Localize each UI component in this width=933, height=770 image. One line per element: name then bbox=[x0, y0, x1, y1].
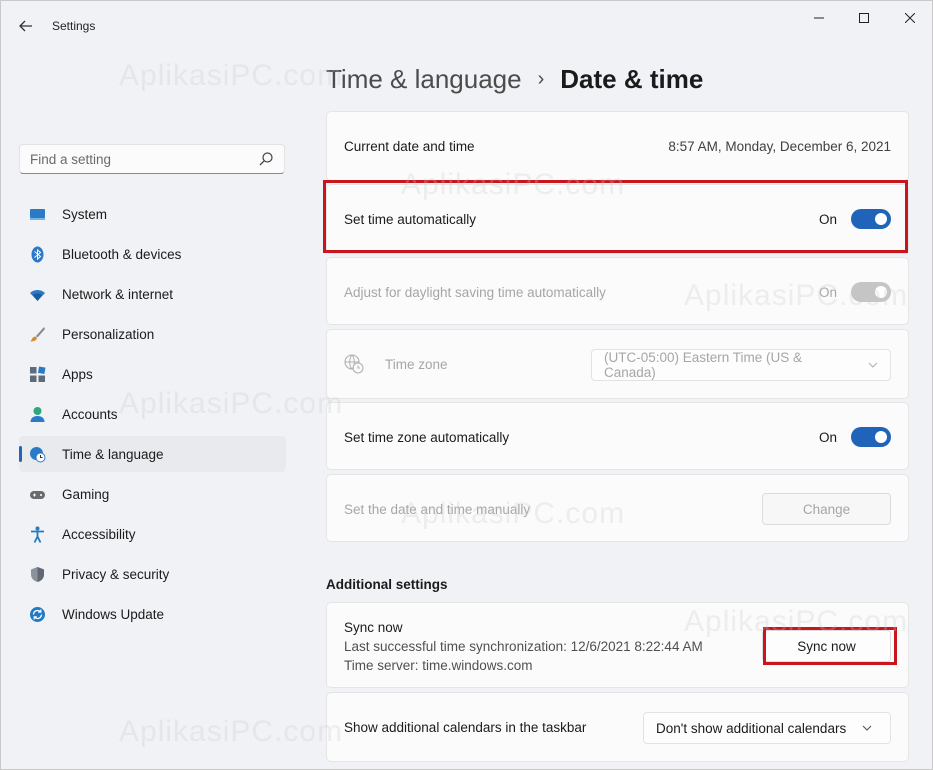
bluetooth-icon bbox=[31, 246, 44, 263]
current-datetime-card: Current date and time 8:57 AM, Monday, D… bbox=[326, 111, 909, 181]
breadcrumb-parent[interactable]: Time & language bbox=[326, 64, 522, 95]
calendars-card: Show additional calendars in the taskbar… bbox=[326, 692, 909, 762]
chevron-down-icon bbox=[862, 725, 872, 731]
set-time-auto-label: Set time automatically bbox=[344, 212, 477, 227]
sidebar-item-label: Windows Update bbox=[62, 606, 165, 622]
last-sync-text: Last successful time synchronization: 12… bbox=[344, 639, 703, 654]
globe-clock-icon bbox=[30, 447, 46, 463]
app-title: Settings bbox=[52, 19, 96, 33]
dst-label: Adjust for daylight saving time automati… bbox=[344, 285, 606, 300]
watermark: AplikasiPC.com bbox=[119, 59, 344, 92]
gamepad-icon bbox=[30, 491, 45, 499]
additional-settings-title: Additional settings bbox=[326, 577, 448, 592]
settings-window: Settings System Bl bbox=[0, 0, 933, 770]
sidebar-item-label: System bbox=[62, 206, 108, 222]
change-button[interactable]: Change bbox=[762, 493, 891, 525]
auto-timezone-toggle[interactable] bbox=[851, 427, 891, 447]
wifi-icon bbox=[30, 290, 45, 301]
timezone-label: Time zone bbox=[385, 357, 448, 372]
sidebar-item-label: Network & internet bbox=[62, 286, 174, 302]
timezone-card: Time zone (UTC-05:00) Eastern Time (US &… bbox=[326, 329, 909, 399]
time-server-text: Time server: time.windows.com bbox=[344, 658, 533, 673]
title-bar: Settings bbox=[1, 1, 932, 51]
calendars-dropdown[interactable]: Don't show additional calendars bbox=[643, 712, 891, 744]
auto-timezone-label: Set time zone automatically bbox=[344, 430, 510, 445]
close-button[interactable] bbox=[887, 1, 933, 35]
sidebar-item-personalization[interactable]: Personalization bbox=[19, 316, 286, 352]
person-icon bbox=[30, 407, 45, 422]
auto-timezone-control: On bbox=[819, 427, 891, 447]
manual-time-label: Set the date and time manually bbox=[344, 502, 531, 517]
monitor-icon bbox=[30, 209, 45, 220]
minimize-button[interactable] bbox=[796, 1, 842, 35]
current-datetime-value: 8:57 AM, Monday, December 6, 2021 bbox=[668, 139, 891, 154]
set-time-auto-state: On bbox=[818, 211, 837, 227]
sidebar-item-label: Apps bbox=[62, 366, 93, 382]
back-button[interactable] bbox=[9, 9, 43, 43]
timezone-dropdown[interactable]: (UTC-05:00) Eastern Time (US & Canada) bbox=[591, 349, 891, 381]
manual-time-card: Set the date and time manually Change bbox=[326, 474, 909, 542]
sidebar-item-accessibility[interactable]: Accessibility bbox=[19, 516, 286, 552]
calendars-label: Show additional calendars in the taskbar bbox=[344, 720, 587, 735]
search-icon[interactable] bbox=[258, 151, 274, 167]
auto-timezone-state: On bbox=[818, 429, 837, 445]
sidebar-item-privacy[interactable]: Privacy & security bbox=[19, 556, 286, 592]
breadcrumb: Time & language › Date & time bbox=[326, 59, 703, 99]
sidebar-item-label: Gaming bbox=[62, 486, 110, 502]
page-title: Date & time bbox=[560, 63, 704, 94]
sidebar-item-system[interactable]: System bbox=[19, 196, 286, 232]
sidebar-item-bluetooth[interactable]: Bluetooth & devices bbox=[19, 236, 286, 272]
apps-icon bbox=[30, 366, 46, 382]
minimize-icon bbox=[814, 17, 824, 19]
sidebar-item-gaming[interactable]: Gaming bbox=[19, 476, 286, 512]
dst-state: On bbox=[818, 284, 837, 300]
breadcrumb-chevron-icon: › bbox=[537, 67, 545, 90]
set-time-auto-toggle[interactable] bbox=[851, 209, 891, 229]
sync-now-title: Sync now bbox=[344, 620, 403, 635]
dst-toggle[interactable] bbox=[851, 282, 891, 302]
maximize-button[interactable] bbox=[841, 1, 887, 35]
sidebar-nav: System Bluetooth & devices Network & int… bbox=[19, 196, 286, 636]
shield-icon bbox=[31, 567, 44, 582]
sidebar-item-windows-update[interactable]: Windows Update bbox=[19, 596, 286, 632]
sidebar-item-accounts[interactable]: Accounts bbox=[19, 396, 286, 432]
accessibility-icon bbox=[31, 526, 44, 543]
set-time-auto-control: On bbox=[819, 209, 891, 229]
watermark: AplikasiPC.com bbox=[119, 715, 344, 748]
sidebar-item-label: Bluetooth & devices bbox=[62, 246, 182, 262]
sidebar-item-apps[interactable]: Apps bbox=[19, 356, 286, 392]
maximize-icon bbox=[859, 13, 869, 23]
close-icon bbox=[905, 13, 915, 23]
back-arrow-icon bbox=[19, 20, 32, 32]
brush-icon bbox=[30, 327, 45, 342]
sidebar-item-network[interactable]: Network & internet bbox=[19, 276, 286, 312]
search-box[interactable] bbox=[19, 144, 285, 174]
chevron-down-icon bbox=[868, 362, 878, 368]
sidebar-item-label: Accounts bbox=[62, 406, 118, 422]
auto-timezone-card: Set time zone automatically On bbox=[326, 402, 909, 470]
sync-now-button[interactable]: Sync now bbox=[762, 630, 891, 662]
search-input[interactable] bbox=[20, 145, 256, 173]
sidebar-item-time-language[interactable]: Time & language bbox=[19, 436, 286, 472]
timezone-value: (UTC-05:00) Eastern Time (US & Canada) bbox=[604, 350, 803, 380]
update-icon bbox=[30, 607, 45, 622]
sync-now-card: Sync now Last successful time synchroniz… bbox=[326, 602, 909, 688]
set-time-auto-card: Set time automatically On bbox=[326, 184, 909, 254]
sidebar-item-label: Personalization bbox=[62, 326, 155, 342]
current-datetime-label: Current date and time bbox=[344, 139, 475, 154]
sidebar-item-label: Time & language bbox=[62, 446, 164, 462]
sidebar-item-label: Privacy & security bbox=[62, 566, 170, 582]
globe-clock-icon bbox=[344, 354, 364, 374]
dst-control: On bbox=[819, 282, 891, 302]
sidebar-item-label: Accessibility bbox=[62, 526, 136, 542]
calendars-value: Don't show additional calendars bbox=[656, 720, 847, 736]
dst-card: Adjust for daylight saving time automati… bbox=[326, 257, 909, 325]
